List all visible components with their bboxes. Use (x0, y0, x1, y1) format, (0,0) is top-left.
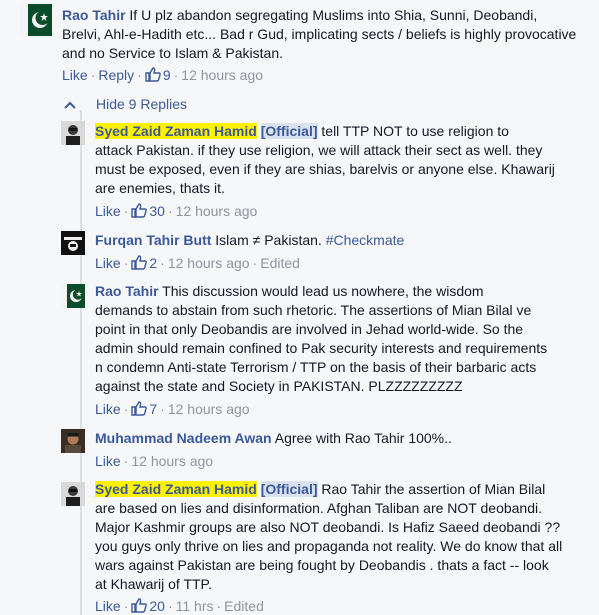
comment-meta: Like · 2 · 12 hours ago · Edited (95, 255, 300, 271)
comment-text: at Khawarij of TTP. (95, 576, 212, 592)
comment-meta: Like · 12 hours ago (95, 453, 214, 469)
comment-text: are enemies, thats it. (95, 180, 225, 196)
comment-text: Major Kashmir groups are also NOT deoban… (95, 519, 561, 535)
timestamp[interactable]: 11 hrs (176, 598, 214, 614)
timestamp[interactable]: 12 hours ago (131, 453, 213, 469)
like-link[interactable]: Like (62, 67, 88, 83)
like-count[interactable]: 2 (131, 255, 157, 271)
comment-text: Rao Tahir the assertion of Mian Bilal (317, 481, 546, 497)
comment-text: Islam ≠ Pakistan. (211, 232, 326, 248)
replies-thread-line (80, 110, 82, 615)
comment-text: are based on lies and disinformation. Af… (95, 500, 543, 516)
like-count[interactable]: 20 (131, 598, 165, 614)
comment-meta: Like · Reply · 9 · 12 hours ago (62, 67, 264, 83)
comment-text: point in that only Deobandis are involve… (95, 321, 524, 337)
thumbs-up-icon (131, 598, 148, 613)
comment-text: and no Service to Islam & Pakistan. (62, 45, 283, 61)
comment-meta: Like · 7 · 12 hours ago (95, 401, 250, 417)
like-link[interactable]: Like (95, 453, 121, 469)
like-link[interactable]: Like (95, 598, 121, 614)
comment-author[interactable]: Syed Zaid Zaman Hamid (95, 481, 257, 497)
reply-link[interactable]: Reply (98, 67, 134, 83)
avatar[interactable] (61, 482, 85, 506)
comment-author[interactable]: Rao Tahir (95, 283, 159, 299)
comment-meta: Like · 30 · 12 hours ago (95, 203, 258, 219)
hide-replies-label: Hide 9 Replies (96, 96, 188, 112)
like-link[interactable]: Like (95, 255, 121, 271)
avatar-pakistan-flag[interactable] (20, 4, 52, 36)
comment-text: against the state and Society in PAKISTA… (95, 378, 463, 394)
comment-author[interactable]: Muhammad Nadeem Awan (95, 430, 272, 446)
timestamp[interactable]: 12 hours ago (176, 203, 258, 219)
avatar[interactable] (61, 429, 85, 453)
edited-label[interactable]: Edited (260, 255, 300, 271)
timestamp[interactable]: 12 hours ago (168, 401, 250, 417)
comment-text: attack Pakistan. if they use religion, w… (95, 142, 543, 158)
comment-text: Agree with Rao Tahir 100%.. (271, 430, 452, 446)
comment-author[interactable]: Furqan Tahir Butt (95, 232, 211, 248)
avatar-pakistan-flag[interactable] (61, 284, 85, 308)
thumbs-up-icon (131, 401, 148, 416)
comment-meta: Like · 20 · 11 hrs · Edited (95, 598, 264, 614)
like-link[interactable]: Like (95, 401, 121, 417)
thumbs-up-icon (131, 203, 148, 218)
edited-label[interactable]: Edited (224, 598, 264, 614)
thumbs-up-icon (145, 67, 161, 82)
like-link[interactable]: Like (95, 203, 121, 219)
comment-text: If U plz abandon segregating Muslims int… (129, 7, 538, 23)
avatar[interactable] (61, 121, 85, 145)
official-badge: [Official] (260, 123, 318, 139)
hashtag-link[interactable]: #Checkmate (326, 232, 405, 248)
comment-text: n condemn Anti-state Terrorism / TTP on … (95, 359, 537, 375)
like-count[interactable]: 7 (131, 401, 157, 417)
comment-text: you guys only thrive on lies and propaga… (95, 538, 563, 554)
timestamp[interactable]: 12 hours ago (168, 255, 250, 271)
comment-text: demands to abstain from such rhetoric. T… (95, 302, 532, 318)
official-badge: [Official] (260, 481, 318, 497)
comment-author[interactable]: Rao Tahir (62, 7, 126, 23)
comment-text: must be exposed, even if they are shias,… (95, 161, 555, 177)
thumbs-up-icon (131, 255, 148, 270)
like-count[interactable]: 30 (131, 203, 165, 219)
avatar[interactable] (61, 231, 85, 255)
comment-author[interactable]: Syed Zaid Zaman Hamid (95, 123, 257, 139)
timestamp[interactable]: 12 hours ago (181, 67, 263, 83)
like-count[interactable]: 9 (145, 67, 171, 83)
comment-text: admin should remain confined to Pak secu… (95, 340, 548, 356)
comment-text: tell TTP NOT to use religion to (317, 123, 509, 139)
hide-replies-toggle[interactable]: Hide 9 Replies (64, 95, 187, 113)
comment-text: wars against Pakistan are being fought b… (95, 557, 549, 573)
comment-text: This discussion would lead us nowhere, t… (158, 283, 484, 299)
chevron-up-icon (64, 95, 78, 113)
comment-text: Brelvi, Ahl-e-Hadith etc... Bad r Gud, i… (62, 26, 577, 42)
